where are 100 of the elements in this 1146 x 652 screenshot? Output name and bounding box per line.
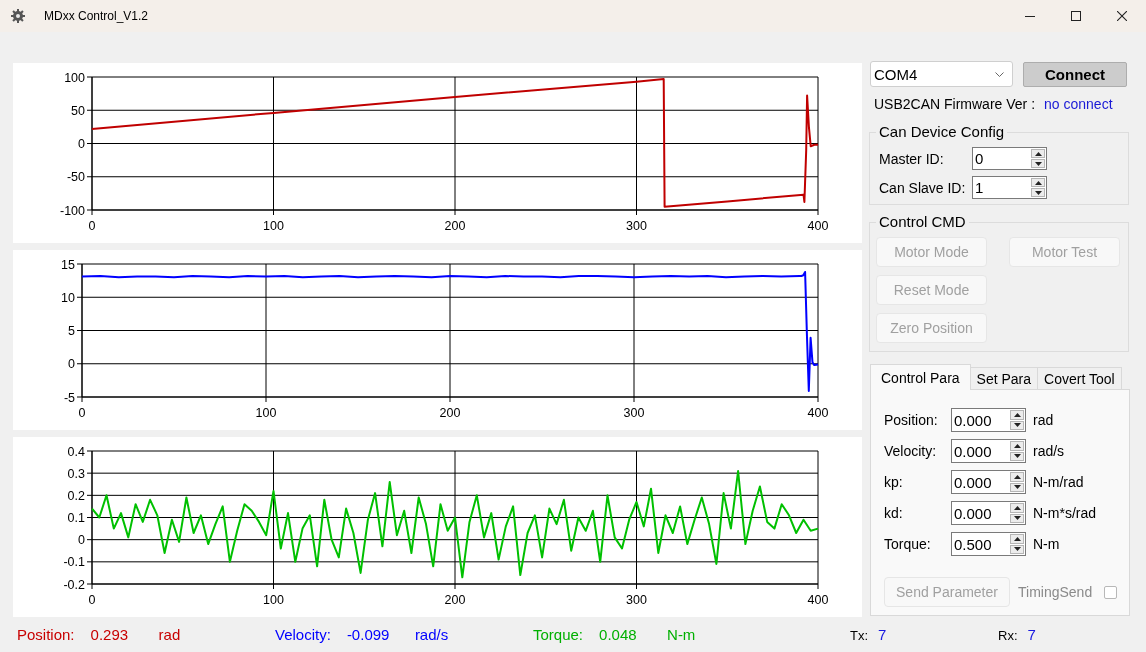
group-title: Control CMD xyxy=(878,213,967,231)
y-tick-label: 50 xyxy=(71,103,85,118)
counter-label: Rx: xyxy=(998,628,1018,643)
unit-label: rad/s xyxy=(1033,443,1065,459)
y-tick-label: 0 xyxy=(78,533,85,548)
field-label: kd: xyxy=(884,505,904,521)
reading-value: 0.048 xyxy=(599,626,638,643)
y-tick-label: 0 xyxy=(78,137,85,151)
port-dropdown[interactable]: COM4 xyxy=(870,61,1013,87)
spin-down-button[interactable] xyxy=(1031,188,1045,197)
field-label: Velocity: xyxy=(884,443,938,459)
unit-label: N-m/rad xyxy=(1033,474,1084,490)
unit-label: N-m*s/rad xyxy=(1033,505,1096,521)
up-triangle-icon xyxy=(1034,151,1042,156)
up-triangle-icon xyxy=(1013,536,1021,541)
field-label: Can Slave ID: xyxy=(879,179,967,196)
spin-up-button[interactable] xyxy=(1010,472,1024,482)
up-triangle-icon xyxy=(1013,505,1021,510)
counter-value: 7 xyxy=(1027,626,1036,643)
group-title: Can Device Config xyxy=(878,123,1006,141)
reading-label: Position: xyxy=(17,626,75,643)
spin-up-button[interactable] xyxy=(1031,178,1045,187)
spin-down-button[interactable] xyxy=(1010,544,1024,554)
number-field[interactable]: 0.000 xyxy=(951,501,1026,525)
spin-down-button[interactable] xyxy=(1010,513,1024,523)
number-field[interactable]: 0.000 xyxy=(951,470,1026,494)
x-tick-label: 200 xyxy=(439,406,461,420)
connect-button[interactable]: Connect xyxy=(1023,61,1127,87)
y-tick-label: -50 xyxy=(66,170,85,185)
down-triangle-icon xyxy=(1034,161,1042,166)
chevron-down-icon xyxy=(995,71,1004,77)
y-tick-label: 0.3 xyxy=(67,466,85,481)
close-icon xyxy=(1117,11,1127,21)
tab[interactable]: Covert Tool xyxy=(1037,367,1122,390)
number-field[interactable]: 0.000 xyxy=(951,439,1026,463)
spin-down-button[interactable] xyxy=(1031,159,1045,168)
y-tick-label: 15 xyxy=(61,257,75,272)
reading-unit: rad/s xyxy=(414,626,449,643)
y-tick-label: 0.1 xyxy=(67,511,85,525)
checkbox-label: TimingSend xyxy=(1018,584,1093,600)
x-tick-label: 100 xyxy=(255,406,277,420)
x-tick-label: 400 xyxy=(807,219,829,233)
y-tick-label: 10 xyxy=(61,290,75,305)
x-tick-label: 100 xyxy=(263,593,284,607)
maximize-icon xyxy=(1071,11,1081,21)
up-triangle-icon xyxy=(1013,443,1021,448)
x-tick-label: 200 xyxy=(444,219,466,233)
counter-label: Tx: xyxy=(850,628,869,643)
y-tick-label: 0.4 xyxy=(67,444,85,459)
field-label: Torque: xyxy=(884,536,932,552)
number-field[interactable]: 0.000 xyxy=(951,408,1026,432)
up-triangle-icon xyxy=(1013,412,1021,417)
x-tick-label: 0 xyxy=(88,593,96,607)
spin-down-button[interactable] xyxy=(1010,420,1024,430)
firmware-value: no connect xyxy=(1044,96,1113,112)
reading-unit: rad xyxy=(158,626,181,643)
spin-up-button[interactable] xyxy=(1010,441,1024,451)
y-tick-label: 0.2 xyxy=(67,488,85,503)
y-tick-label: -0.1 xyxy=(63,555,85,570)
down-triangle-icon xyxy=(1013,547,1021,552)
up-triangle-icon xyxy=(1034,180,1042,185)
y-tick-label: 100 xyxy=(64,70,85,85)
x-tick-label: 0 xyxy=(78,406,86,420)
down-triangle-icon xyxy=(1034,190,1042,195)
spin-down-button[interactable] xyxy=(1010,451,1024,461)
spin-down-button[interactable] xyxy=(1010,482,1024,492)
reading-value: -0.099 xyxy=(346,626,391,643)
x-tick-label: 0 xyxy=(88,219,96,233)
gear-icon xyxy=(11,9,25,23)
x-tick-label: 200 xyxy=(444,593,466,607)
up-triangle-icon xyxy=(1013,474,1021,479)
reading-label: Torque: xyxy=(533,626,584,643)
reading-unit: N-m xyxy=(667,626,696,643)
spin-up-button[interactable] xyxy=(1010,534,1024,544)
field-label: Position: xyxy=(884,412,939,428)
x-tick-label: 300 xyxy=(626,593,647,607)
unit-label: N-m xyxy=(1033,536,1060,552)
reading-value: 0.293 xyxy=(90,626,130,643)
y-tick-label: 0 xyxy=(68,357,75,372)
x-tick-label: 400 xyxy=(807,406,829,420)
spin-up-button[interactable] xyxy=(1031,149,1045,158)
x-tick-label: 300 xyxy=(623,406,645,420)
down-triangle-icon xyxy=(1013,454,1021,459)
spin-up-button[interactable] xyxy=(1010,503,1024,513)
down-triangle-icon xyxy=(1013,423,1021,428)
number-field[interactable]: 1 xyxy=(972,176,1047,199)
reading-label: Velocity: xyxy=(275,626,331,643)
unit-label: rad xyxy=(1033,412,1054,428)
field-label: Master ID: xyxy=(879,150,945,167)
down-triangle-icon xyxy=(1013,485,1021,490)
down-triangle-icon xyxy=(1013,516,1021,521)
number-field[interactable]: 0.500 xyxy=(951,532,1026,556)
field-label: kp: xyxy=(884,474,904,490)
minimize-icon xyxy=(1025,15,1035,17)
tab[interactable]: Control Para xyxy=(870,364,971,390)
spin-up-button[interactable] xyxy=(1010,410,1024,420)
x-tick-label: 100 xyxy=(263,219,284,233)
firmware-label: USB2CAN Firmware Ver : xyxy=(874,96,1036,112)
number-field[interactable]: 0 xyxy=(972,147,1047,170)
x-tick-label: 400 xyxy=(807,593,829,607)
